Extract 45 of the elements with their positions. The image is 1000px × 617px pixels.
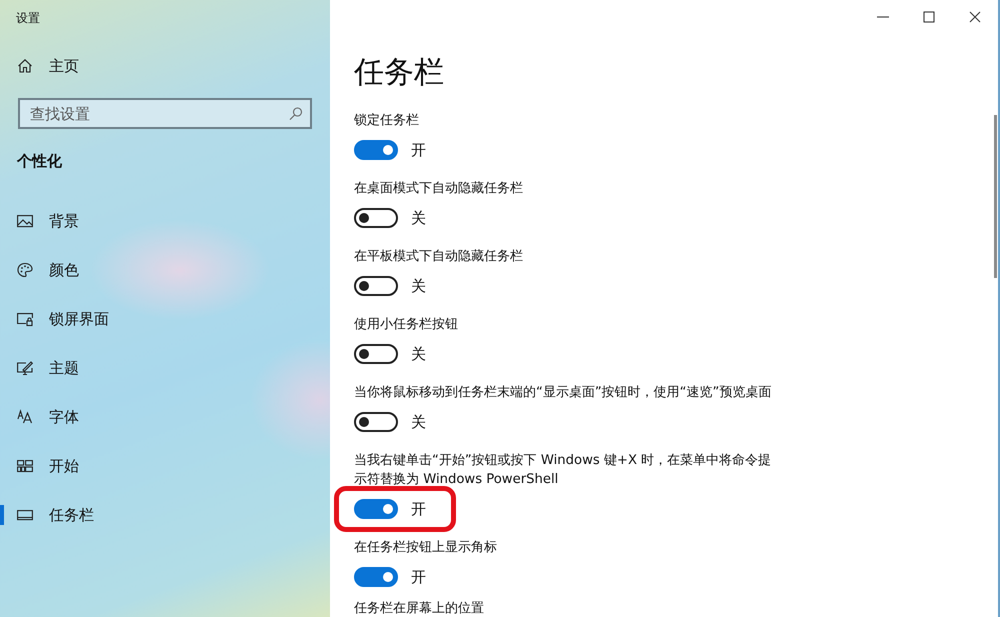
theme-icon [17, 360, 33, 376]
picture-icon [17, 212, 33, 228]
setting-label: 当我右键单击“开始”按钮或按下 Windows 键+X 时，在菜单中将命令提示符替换为 Windows PowerShell [354, 452, 772, 489]
page-title: 任务栏 [354, 54, 444, 92]
palette-icon [17, 262, 33, 278]
nav-item[interactable]: 颜色 [0, 245, 330, 294]
close-icon [967, 9, 983, 25]
setting-label: 在任务栏按钮上显示角标 [354, 539, 497, 557]
start-icon [17, 458, 33, 474]
toggle-state: 关 [411, 208, 426, 228]
toggle-state: 关 [411, 412, 426, 432]
toggle-state: 开 [411, 140, 426, 160]
setting-label: 锁定任务栏 [354, 112, 419, 130]
nav-item[interactable]: 背景 [0, 196, 330, 245]
toggle-state: 关 [411, 344, 426, 364]
toggle-switch[interactable] [354, 140, 398, 160]
nav-item[interactable]: 字体 [0, 392, 330, 441]
window-title: 设置 [15, 10, 40, 26]
toggle-switch[interactable] [354, 344, 398, 364]
toggle-state: 关 [411, 276, 426, 296]
home-item[interactable]: 主页 [0, 51, 330, 81]
minimize-icon [877, 16, 889, 18]
lock-screen-icon [17, 310, 33, 326]
section-heading: 个性化 [16, 151, 63, 171]
toggle-switch[interactable] [354, 276, 398, 296]
search-field[interactable]: 查找设置 [18, 98, 312, 129]
toggle-switch[interactable] [354, 499, 398, 519]
toggle-switch[interactable] [354, 412, 398, 432]
search-icon [288, 106, 304, 122]
toggle-switch[interactable] [354, 567, 398, 587]
setting-label: 使用小任务栏按钮 [354, 316, 458, 334]
setting-label: 当你将鼠标移动到任务栏末端的“显示桌面”按钮时，使用“速览”预览桌面 [354, 384, 772, 402]
font-icon [17, 408, 33, 424]
nav-item[interactable]: 开始 [0, 441, 330, 490]
home-icon [17, 58, 33, 74]
scrollbar[interactable] [994, 115, 997, 278]
setting-label: 在平板模式下自动隐藏任务栏 [354, 248, 523, 266]
setting-label: 任务栏在屏幕上的位置 [354, 602, 484, 615]
setting-label: 在桌面模式下自动隐藏任务栏 [354, 180, 523, 198]
nav-item[interactable]: 主题 [0, 343, 330, 392]
maximize-icon [921, 9, 937, 25]
toggle-switch[interactable] [354, 208, 398, 228]
toggle-state: 开 [411, 499, 426, 519]
toggle-state: 开 [411, 567, 426, 587]
nav-item[interactable]: 锁屏界面 [0, 294, 330, 343]
